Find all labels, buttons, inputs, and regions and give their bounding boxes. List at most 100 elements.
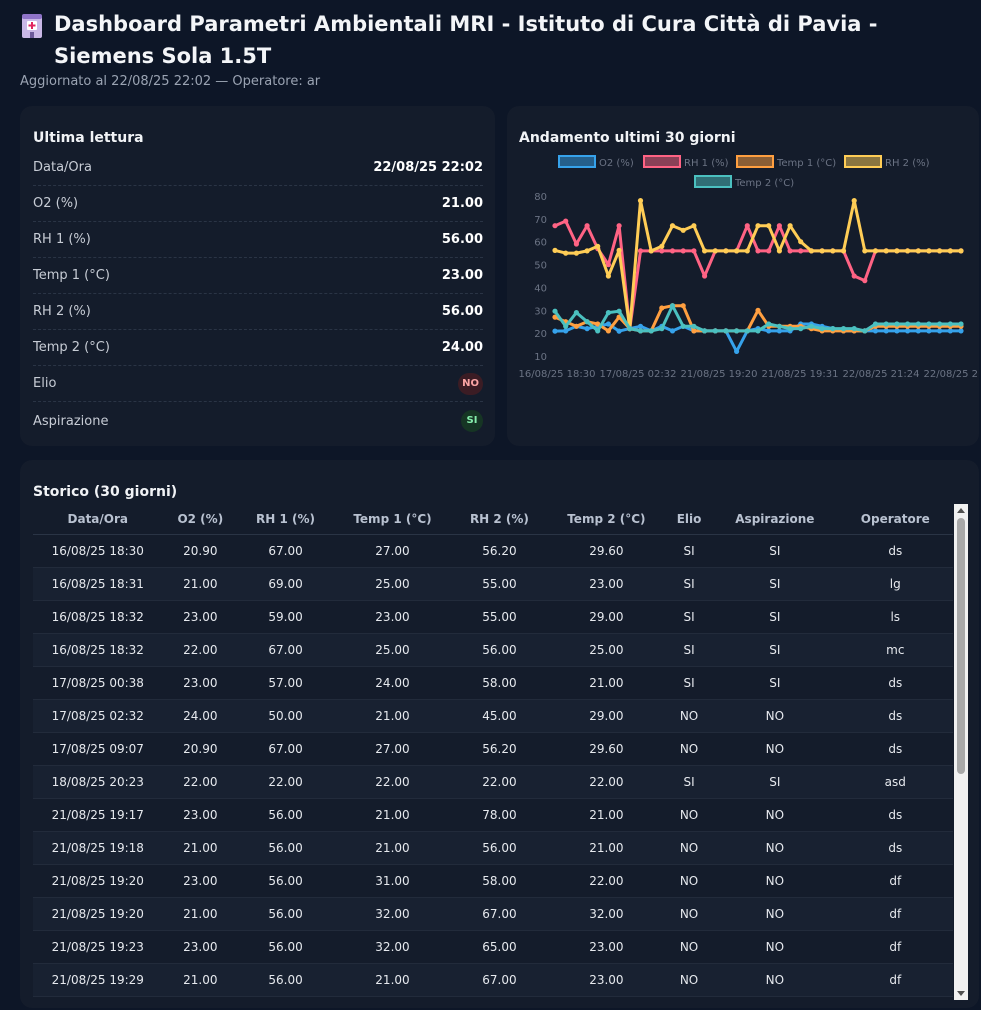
data-point — [637, 248, 644, 254]
data-point — [766, 248, 772, 254]
last-reading-list: Data/Ora 22/08/25 22:02 O2 (%) 21.00 RH 1 (%… — [33, 150, 483, 440]
table-cell: NO — [712, 897, 838, 931]
table-cell: df — [837, 897, 953, 931]
table-cell: 59.00 — [238, 600, 333, 634]
data-point — [798, 326, 804, 332]
reading-label: RH 1 (%) — [33, 232, 91, 247]
data-point — [872, 248, 879, 254]
table-cell: ds — [837, 534, 953, 568]
data-point — [862, 248, 868, 254]
table-cell: 56.20 — [452, 732, 547, 766]
scroll-up-arrow-icon[interactable] — [957, 508, 965, 513]
table-cell: 21.00 — [332, 963, 452, 997]
column-header[interactable]: Operatore — [837, 504, 953, 535]
table-cell: 21/08/25 19:29 — [33, 963, 163, 997]
data-point — [798, 248, 804, 254]
data-point — [669, 248, 676, 254]
column-header[interactable]: O2 (%) — [162, 504, 239, 535]
reading-value: 22/08/25 22:02 — [373, 160, 483, 175]
legend-label: Temp 1 (°C) — [776, 158, 836, 169]
data-point — [937, 328, 943, 334]
history-table-container[interactable]: Data/Ora O2 (%) RH 1 (%) Temp 1 (°C) RH 2 (%… — [33, 504, 953, 1004]
data-point — [766, 223, 772, 229]
y-tick-label: 30 — [534, 306, 547, 317]
data-point — [755, 307, 761, 313]
history-scrollbar[interactable] — [954, 504, 968, 1000]
column-header[interactable]: Temp 2 (°C) — [546, 504, 666, 535]
data-point — [776, 223, 782, 229]
history-card: Storico (30 giorni) Data/Ora O2 (%) RH 1 (… — [20, 460, 979, 1008]
data-point — [851, 326, 857, 332]
history-table: Data/Ora O2 (%) RH 1 (%) Temp 1 (°C) RH 2 (%… — [33, 504, 953, 1004]
legend-swatch — [643, 155, 681, 168]
table-cell: 21.00 — [162, 963, 239, 997]
data-point — [648, 328, 654, 334]
data-point — [680, 303, 686, 309]
data-point — [830, 326, 836, 332]
data-point — [926, 321, 932, 327]
data-point — [648, 248, 654, 254]
table-cell: 22.00 — [162, 765, 239, 799]
table-cell: ds — [837, 732, 953, 766]
data-point — [605, 310, 611, 316]
table-cell: 17/08/25 09:07 — [33, 732, 163, 766]
table-cell: ls — [837, 600, 953, 634]
data-point — [573, 250, 579, 256]
table-cell: 50.00 — [238, 699, 333, 733]
y-tick-label: 20 — [534, 329, 547, 340]
table-row: 21/08/25 19:23 23.00 56.00 32.00 65.00 23.00 N… — [33, 930, 953, 964]
table-cell: 22.00 — [238, 765, 333, 799]
data-point — [840, 248, 847, 254]
table-cell: ds — [837, 798, 953, 832]
column-header[interactable]: Aspirazione — [712, 504, 838, 535]
scroll-down-arrow-icon[interactable] — [957, 991, 965, 996]
table-cell: 27.00 — [332, 534, 452, 568]
table-cell: SI — [665, 765, 713, 799]
table-cell: 21/08/25 19:18 — [33, 831, 163, 865]
table-cell: 22.00 — [546, 765, 666, 799]
data-point — [808, 248, 814, 254]
table-cell: 21.00 — [332, 831, 452, 865]
table-cell: 45.00 — [238, 996, 333, 1004]
table-cell: 32.00 — [332, 897, 452, 931]
data-point — [776, 328, 782, 334]
table-cell: 25.00 — [332, 633, 452, 667]
data-point — [808, 323, 814, 329]
reading-value: 56.00 — [441, 304, 483, 319]
table-cell: 23.00 — [546, 963, 666, 997]
table-cell: df — [837, 996, 953, 1004]
table-cell: 56.00 — [238, 897, 333, 931]
table-cell: 21.00 — [332, 798, 452, 832]
data-point — [595, 328, 601, 334]
x-tick-label: 21/08/25 19:20 — [681, 369, 758, 380]
history-header-row: Data/Ora O2 (%) RH 1 (%) Temp 1 (°C) RH 2 (%… — [33, 504, 953, 535]
data-point — [637, 198, 644, 204]
x-tick-label: 22/08/25 21:24 — [843, 369, 920, 380]
last-reading-card: Ultima lettura Data/Ora 22/08/25 22:02 O2 … — [20, 106, 495, 446]
last-update-subtitle: Aggiornato al 22/08/25 22:02 — Operatore… — [20, 74, 321, 89]
column-header[interactable]: Elio — [665, 504, 713, 535]
column-header[interactable]: RH 1 (%) — [238, 504, 333, 535]
scrollbar-thumb[interactable] — [957, 518, 965, 774]
data-point — [563, 328, 569, 334]
table-row: 16/08/25 18:31 21.00 69.00 25.00 55.00 23.00 S… — [33, 567, 953, 601]
data-point — [744, 328, 750, 334]
table-cell: 56.00 — [238, 963, 333, 997]
column-header[interactable]: Temp 1 (°C) — [332, 504, 452, 535]
column-header[interactable]: RH 2 (%) — [452, 504, 547, 535]
table-cell: 58.00 — [452, 666, 547, 700]
table-cell: 21/08/25 19:20 — [33, 864, 163, 898]
y-tick-label: 50 — [534, 261, 547, 272]
table-cell: NO — [712, 699, 838, 733]
table-cell: NO — [665, 930, 713, 964]
data-point — [552, 308, 558, 314]
table-cell: 67.00 — [452, 897, 547, 931]
table-cell: 22.00 — [546, 864, 666, 898]
x-tick-label: 16/08/25 18:30 — [519, 369, 596, 380]
data-point — [573, 323, 579, 329]
table-cell: df — [837, 963, 953, 997]
table-row: 17/08/25 02:32 24.00 50.00 21.00 45.00 29.00 N… — [33, 699, 953, 733]
data-point — [766, 328, 772, 334]
column-header[interactable]: Data/Ora — [33, 504, 163, 535]
x-tick-label: 21/08/25 19:31 — [762, 369, 839, 380]
